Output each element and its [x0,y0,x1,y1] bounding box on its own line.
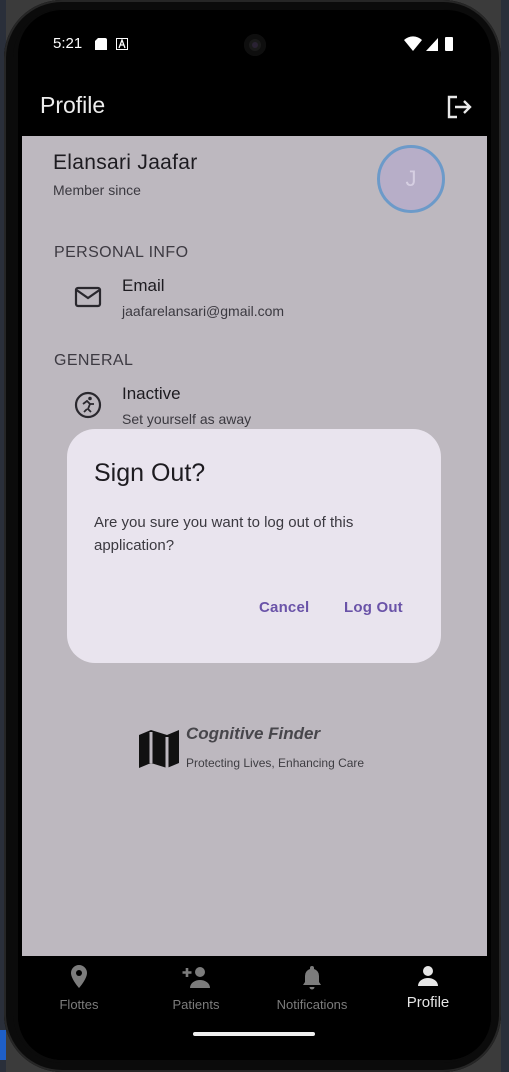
system-status-icons [404,36,453,51]
person-icon [418,966,438,986]
page-title: Profile [40,92,106,118]
nav-label: Notifications [276,997,348,1012]
nav-item-profile[interactable]: Profile [369,964,487,1011]
sign-out-dialog: Sign Out? Are you sure you want to log o… [67,429,441,663]
wifi-icon [404,36,422,51]
home-indicator[interactable] [193,1032,315,1036]
log-out-button[interactable]: Log Out [344,599,403,616]
app-notification-icon [116,38,128,50]
phone-frame: 5:21 Profile Elansari Jaafar Member sinc… [4,0,501,1072]
bottom-navigation: Flottes Patients Notifications Profile [18,956,491,1060]
location-pin-icon [71,965,87,988]
desktop-background-right [501,0,509,1072]
dialog-title: Sign Out? [94,459,206,487]
app-bar: Profile [18,80,491,136]
email-label: Email [122,276,165,295]
member-since: Member since [53,182,141,198]
avatar-initial: J [405,166,417,191]
front-camera [244,34,266,56]
email-value: jaafarelansari@gmail.com [122,303,285,319]
nav-item-notifications[interactable]: Notifications [253,964,371,1012]
bell-icon [303,966,321,990]
away-icon [74,391,102,419]
inactive-subtitle: Set yourself as away [122,411,252,427]
nav-label: Profile [406,994,450,1011]
desktop-taskbar-fragment [0,1030,6,1060]
avatar[interactable]: J [377,145,445,213]
brand-tagline: Protecting Lives, Enhancing Care [186,756,365,770]
profile-name: Elansari Jaafar [53,151,198,174]
add-person-icon [182,967,210,988]
signal-icon [426,38,438,51]
section-general: GENERAL [54,352,134,369]
nav-label: Flottes [59,997,99,1012]
phone-screen: 5:21 Profile Elansari Jaafar Member sinc… [18,10,491,1060]
section-personal-info: PERSONAL INFO [54,244,189,261]
logout-icon[interactable] [444,92,474,122]
mail-icon [74,286,102,308]
nav-item-patients[interactable]: Patients [137,964,255,1012]
inactive-label: Inactive [122,384,181,403]
status-bar: 5:21 [18,10,491,80]
nav-label: Patients [172,997,220,1012]
sd-card-icon [95,38,107,50]
status-time: 5:21 [53,35,83,52]
battery-icon [445,37,453,51]
dialog-message: Are you sure you want to log out of this… [94,514,354,554]
cancel-button[interactable]: Cancel [259,599,309,616]
nav-item-flottes[interactable]: Flottes [20,964,138,1012]
brand-name: Cognitive Finder [186,724,321,743]
map-icon [139,730,179,768]
